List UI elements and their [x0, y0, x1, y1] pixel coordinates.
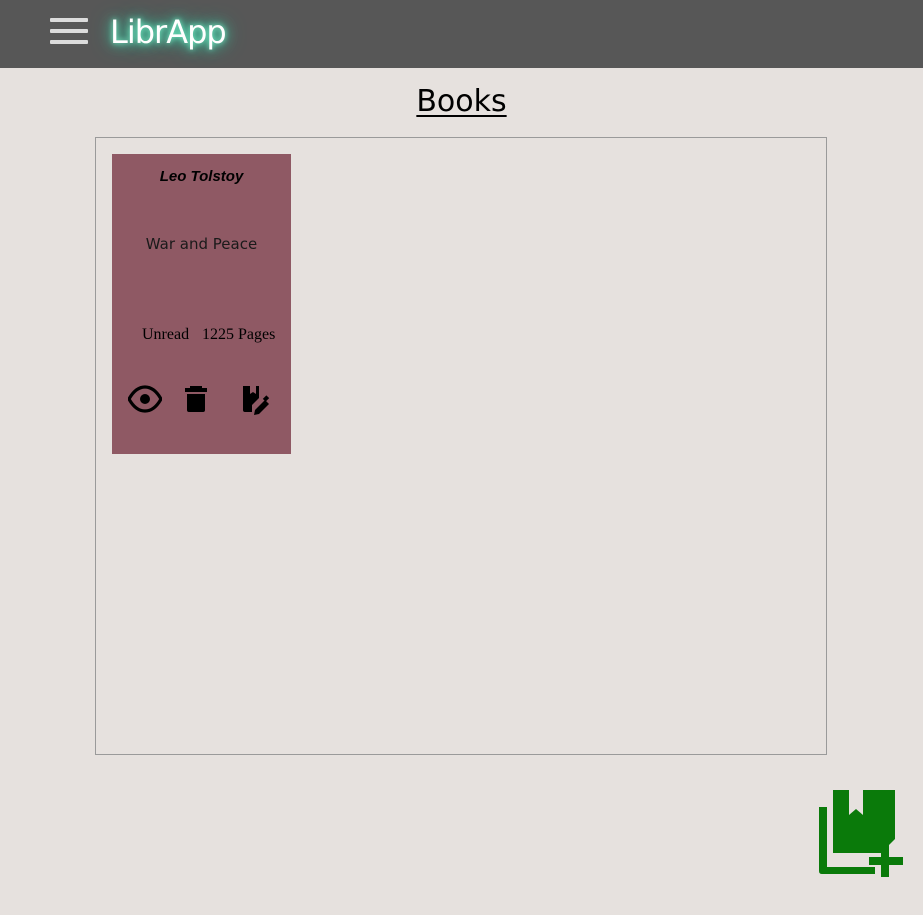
page-title-text: Books — [416, 84, 507, 119]
books-panel: Leo Tolstoy War and Peace Unread 1225 Pa… — [95, 137, 827, 755]
edit-book-button[interactable] — [239, 384, 271, 416]
book-author: Leo Tolstoy — [159, 168, 244, 185]
book-read-status: Unread — [142, 326, 190, 343]
view-book-button[interactable] — [127, 384, 163, 414]
edit-book-icon — [243, 386, 270, 415]
hamburger-menu-icon[interactable] — [50, 18, 88, 44]
page-title: Books — [0, 82, 923, 122]
menu-line — [50, 40, 88, 44]
add-book-button[interactable] — [815, 787, 907, 879]
book-page-count: 1225 Pages — [202, 326, 276, 343]
delete-book-button[interactable] — [184, 384, 208, 414]
add-book-icon — [819, 790, 903, 877]
trash-icon — [185, 386, 207, 412]
menu-line — [50, 29, 88, 33]
app-logo-title[interactable]: LibrApp — [110, 12, 227, 52]
menu-line — [50, 18, 88, 22]
eye-icon — [127, 385, 163, 413]
book-title: War and Peace — [145, 235, 258, 253]
top-bar: LibrApp — [0, 0, 923, 68]
book-card: Leo Tolstoy War and Peace Unread 1225 Pa… — [112, 154, 291, 454]
